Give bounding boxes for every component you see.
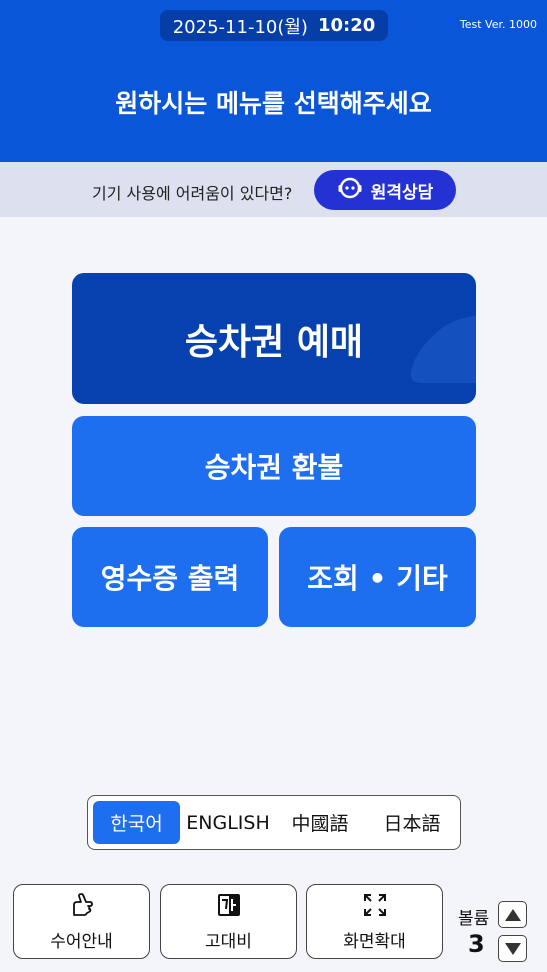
remote-consult-button[interactable]: 원격상담 [314, 170, 456, 210]
lang-chinese[interactable]: 中國語 [276, 801, 364, 844]
version-label: Test Ver. 1000 [459, 18, 537, 31]
expand-icon [361, 891, 389, 923]
headset-face-icon [337, 175, 363, 206]
volume-label: 볼륨 [458, 909, 490, 929]
triangle-down-icon [504, 942, 521, 955]
high-contrast-button[interactable]: 고대비 [160, 884, 297, 959]
triangle-up-icon [504, 908, 521, 921]
buy-ticket-button[interactable]: 승차권 예매 [72, 273, 476, 404]
date-text: 2025-11-10(월) [172, 16, 308, 38]
language-selector: 한국어 ENGLISH 中國語 日本語 [87, 795, 461, 850]
sign-language-hand-icon [68, 891, 96, 923]
inquiry-other-button[interactable]: 조회 • 기타 [279, 527, 476, 627]
lang-korean[interactable]: 한국어 [93, 801, 180, 844]
zoom-screen-label: 화면확대 [343, 932, 406, 952]
page-title: 원하시는 메뉴를 선택해주세요 [115, 89, 432, 118]
high-contrast-label: 고대비 [205, 932, 252, 952]
print-receipt-button[interactable]: 영수증 출력 [72, 527, 268, 627]
inquiry-other-label: 조회 • 기타 [307, 562, 448, 595]
refund-ticket-button[interactable]: 승차권 환불 [72, 416, 476, 516]
train-icon [410, 315, 476, 383]
volume-value: 3 [468, 930, 485, 958]
buy-ticket-label: 승차권 예매 [184, 321, 364, 363]
sign-language-label: 수어안내 [50, 932, 113, 952]
help-bar: 기기 사용에 어려움이 있다면? [0, 162, 547, 217]
help-text: 기기 사용에 어려움이 있다면? [92, 184, 293, 203]
remote-consult-label: 원격상담 [370, 182, 434, 203]
high-contrast-icon [215, 891, 243, 923]
print-receipt-label: 영수증 출력 [100, 562, 240, 595]
time-text: 10:20 [317, 15, 376, 36]
refund-ticket-label: 승차권 환불 [204, 451, 344, 484]
zoom-screen-button[interactable]: 화면확대 [306, 884, 443, 959]
volume-up-button[interactable] [498, 901, 527, 928]
lang-japanese[interactable]: 日本語 [368, 801, 456, 844]
sign-language-button[interactable]: 수어안내 [13, 884, 150, 959]
volume-down-button[interactable] [498, 935, 527, 962]
header: 2025-11-10(월) 10:20 Test Ver. 1000 원하시는 … [0, 0, 547, 162]
lang-english[interactable]: ENGLISH [183, 801, 273, 844]
datetime-display: 2025-11-10(월) 10:20 [160, 10, 388, 41]
